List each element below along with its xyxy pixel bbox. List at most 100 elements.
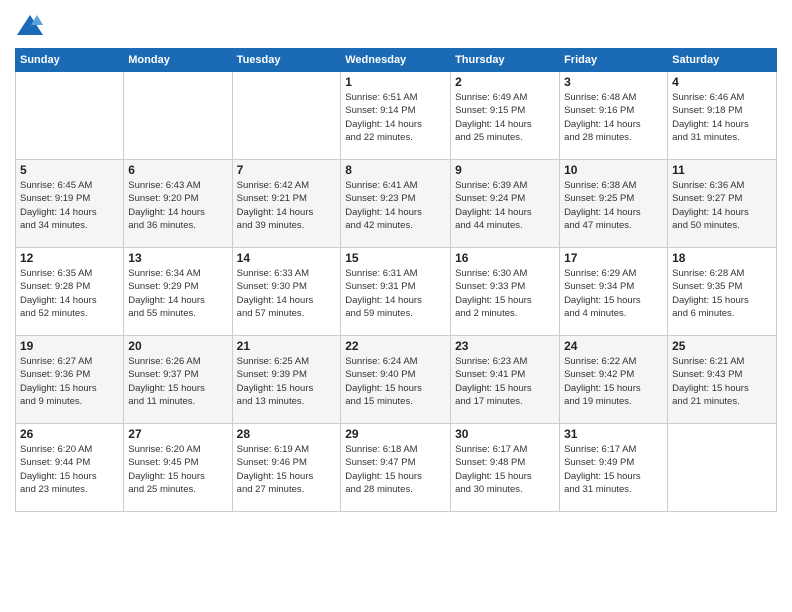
calendar-week-2: 5 Sunrise: 6:45 AM Sunset: 9:19 PM Daylig… <box>16 160 777 248</box>
day-number: 20 <box>128 339 227 353</box>
day-info: Sunrise: 6:28 AM Sunset: 9:35 PM Dayligh… <box>672 267 772 320</box>
calendar: SundayMondayTuesdayWednesdayThursdayFrid… <box>15 48 777 512</box>
calendar-cell: 28 Sunrise: 6:19 AM Sunset: 9:46 PM Dayli… <box>232 424 341 512</box>
day-number: 9 <box>455 163 555 177</box>
day-number: 18 <box>672 251 772 265</box>
calendar-cell: 31Sunrise: 6:17 AM Sunset: 9:49 PM Dayli… <box>560 424 668 512</box>
calendar-cell: 8 Sunrise: 6:41 AM Sunset: 9:23 PM Daylig… <box>341 160 451 248</box>
calendar-cell: 4 Sunrise: 6:46 AM Sunset: 9:18 PM Daylig… <box>668 72 777 160</box>
day-number: 5 <box>20 163 119 177</box>
day-number: 21 <box>237 339 337 353</box>
day-info: Sunrise: 6:46 AM Sunset: 9:18 PM Dayligh… <box>672 91 772 144</box>
day-info: Sunrise: 6:18 AM Sunset: 9:47 PM Dayligh… <box>345 443 446 496</box>
day-info: Sunrise: 6:36 AM Sunset: 9:27 PM Dayligh… <box>672 179 772 232</box>
day-info: Sunrise: 6:38 AM Sunset: 9:25 PM Dayligh… <box>564 179 663 232</box>
calendar-cell <box>124 72 232 160</box>
calendar-cell: 3 Sunrise: 6:48 AM Sunset: 9:16 PM Daylig… <box>560 72 668 160</box>
weekday-row: SundayMondayTuesdayWednesdayThursdayFrid… <box>16 49 777 72</box>
weekday-header-saturday: Saturday <box>668 49 777 72</box>
day-info: Sunrise: 6:27 AM Sunset: 9:36 PM Dayligh… <box>20 355 119 408</box>
calendar-cell: 21Sunrise: 6:25 AM Sunset: 9:39 PM Dayli… <box>232 336 341 424</box>
day-number: 22 <box>345 339 446 353</box>
day-number: 3 <box>564 75 663 89</box>
calendar-cell: 11Sunrise: 6:36 AM Sunset: 9:27 PM Dayli… <box>668 160 777 248</box>
day-info: Sunrise: 6:39 AM Sunset: 9:24 PM Dayligh… <box>455 179 555 232</box>
calendar-week-1: 1 Sunrise: 6:51 AM Sunset: 9:14 PM Daylig… <box>16 72 777 160</box>
day-number: 2 <box>455 75 555 89</box>
day-number: 14 <box>237 251 337 265</box>
calendar-body: 1 Sunrise: 6:51 AM Sunset: 9:14 PM Daylig… <box>16 72 777 512</box>
day-number: 24 <box>564 339 663 353</box>
day-info: Sunrise: 6:41 AM Sunset: 9:23 PM Dayligh… <box>345 179 446 232</box>
day-info: Sunrise: 6:20 AM Sunset: 9:45 PM Dayligh… <box>128 443 227 496</box>
day-info: Sunrise: 6:35 AM Sunset: 9:28 PM Dayligh… <box>20 267 119 320</box>
calendar-cell: 1 Sunrise: 6:51 AM Sunset: 9:14 PM Daylig… <box>341 72 451 160</box>
day-number: 25 <box>672 339 772 353</box>
calendar-cell: 30Sunrise: 6:17 AM Sunset: 9:48 PM Dayli… <box>451 424 560 512</box>
day-number: 30 <box>455 427 555 441</box>
day-number: 8 <box>345 163 446 177</box>
calendar-cell: 12 Sunrise: 6:35 AM Sunset: 9:28 PM Dayli… <box>16 248 124 336</box>
weekday-header-thursday: Thursday <box>451 49 560 72</box>
weekday-header-wednesday: Wednesday <box>341 49 451 72</box>
calendar-cell: 29Sunrise: 6:18 AM Sunset: 9:47 PM Dayli… <box>341 424 451 512</box>
weekday-header-monday: Monday <box>124 49 232 72</box>
day-info: Sunrise: 6:51 AM Sunset: 9:14 PM Dayligh… <box>345 91 446 144</box>
day-number: 12 <box>20 251 119 265</box>
day-info: Sunrise: 6:45 AM Sunset: 9:19 PM Dayligh… <box>20 179 119 232</box>
calendar-cell: 23 Sunrise: 6:23 AM Sunset: 9:41 PM Dayli… <box>451 336 560 424</box>
page: SundayMondayTuesdayWednesdayThursdayFrid… <box>0 0 792 612</box>
day-number: 6 <box>128 163 227 177</box>
logo <box>15 10 49 40</box>
day-number: 13 <box>128 251 227 265</box>
calendar-cell <box>232 72 341 160</box>
day-number: 27 <box>128 427 227 441</box>
day-info: Sunrise: 6:26 AM Sunset: 9:37 PM Dayligh… <box>128 355 227 408</box>
day-info: Sunrise: 6:23 AM Sunset: 9:41 PM Dayligh… <box>455 355 555 408</box>
day-info: Sunrise: 6:42 AM Sunset: 9:21 PM Dayligh… <box>237 179 337 232</box>
calendar-cell: 13Sunrise: 6:34 AM Sunset: 9:29 PM Dayli… <box>124 248 232 336</box>
day-info: Sunrise: 6:22 AM Sunset: 9:42 PM Dayligh… <box>564 355 663 408</box>
day-info: Sunrise: 6:48 AM Sunset: 9:16 PM Dayligh… <box>564 91 663 144</box>
day-info: Sunrise: 6:33 AM Sunset: 9:30 PM Dayligh… <box>237 267 337 320</box>
calendar-cell: 18 Sunrise: 6:28 AM Sunset: 9:35 PM Dayli… <box>668 248 777 336</box>
calendar-cell: 27 Sunrise: 6:20 AM Sunset: 9:45 PM Dayli… <box>124 424 232 512</box>
day-info: Sunrise: 6:19 AM Sunset: 9:46 PM Dayligh… <box>237 443 337 496</box>
calendar-cell: 2Sunrise: 6:49 AM Sunset: 9:15 PM Daylig… <box>451 72 560 160</box>
calendar-cell: 17Sunrise: 6:29 AM Sunset: 9:34 PM Dayli… <box>560 248 668 336</box>
calendar-cell: 15 Sunrise: 6:31 AM Sunset: 9:31 PM Dayli… <box>341 248 451 336</box>
day-number: 10 <box>564 163 663 177</box>
calendar-cell <box>668 424 777 512</box>
calendar-cell: 6 Sunrise: 6:43 AM Sunset: 9:20 PM Daylig… <box>124 160 232 248</box>
day-info: Sunrise: 6:20 AM Sunset: 9:44 PM Dayligh… <box>20 443 119 496</box>
day-number: 1 <box>345 75 446 89</box>
day-info: Sunrise: 6:29 AM Sunset: 9:34 PM Dayligh… <box>564 267 663 320</box>
day-info: Sunrise: 6:24 AM Sunset: 9:40 PM Dayligh… <box>345 355 446 408</box>
day-number: 28 <box>237 427 337 441</box>
day-number: 26 <box>20 427 119 441</box>
calendar-cell: 19 Sunrise: 6:27 AM Sunset: 9:36 PM Dayli… <box>16 336 124 424</box>
calendar-week-3: 12 Sunrise: 6:35 AM Sunset: 9:28 PM Dayli… <box>16 248 777 336</box>
calendar-cell: 16 Sunrise: 6:30 AM Sunset: 9:33 PM Dayli… <box>451 248 560 336</box>
calendar-cell: 20 Sunrise: 6:26 AM Sunset: 9:37 PM Dayli… <box>124 336 232 424</box>
day-number: 4 <box>672 75 772 89</box>
day-info: Sunrise: 6:43 AM Sunset: 9:20 PM Dayligh… <box>128 179 227 232</box>
calendar-cell: 24 Sunrise: 6:22 AM Sunset: 9:42 PM Dayli… <box>560 336 668 424</box>
day-number: 16 <box>455 251 555 265</box>
calendar-cell: 7Sunrise: 6:42 AM Sunset: 9:21 PM Daylig… <box>232 160 341 248</box>
day-number: 23 <box>455 339 555 353</box>
day-number: 15 <box>345 251 446 265</box>
calendar-cell: 10 Sunrise: 6:38 AM Sunset: 9:25 PM Dayli… <box>560 160 668 248</box>
calendar-cell: 25 Sunrise: 6:21 AM Sunset: 9:43 PM Dayli… <box>668 336 777 424</box>
calendar-cell: 22 Sunrise: 6:24 AM Sunset: 9:40 PM Dayli… <box>341 336 451 424</box>
day-info: Sunrise: 6:21 AM Sunset: 9:43 PM Dayligh… <box>672 355 772 408</box>
calendar-week-4: 19 Sunrise: 6:27 AM Sunset: 9:36 PM Dayli… <box>16 336 777 424</box>
calendar-week-5: 26 Sunrise: 6:20 AM Sunset: 9:44 PM Dayli… <box>16 424 777 512</box>
logo-icon <box>15 10 45 40</box>
day-info: Sunrise: 6:30 AM Sunset: 9:33 PM Dayligh… <box>455 267 555 320</box>
calendar-cell: 5 Sunrise: 6:45 AM Sunset: 9:19 PM Daylig… <box>16 160 124 248</box>
day-info: Sunrise: 6:31 AM Sunset: 9:31 PM Dayligh… <box>345 267 446 320</box>
day-number: 19 <box>20 339 119 353</box>
day-info: Sunrise: 6:17 AM Sunset: 9:49 PM Dayligh… <box>564 443 663 496</box>
calendar-cell: 26 Sunrise: 6:20 AM Sunset: 9:44 PM Dayli… <box>16 424 124 512</box>
